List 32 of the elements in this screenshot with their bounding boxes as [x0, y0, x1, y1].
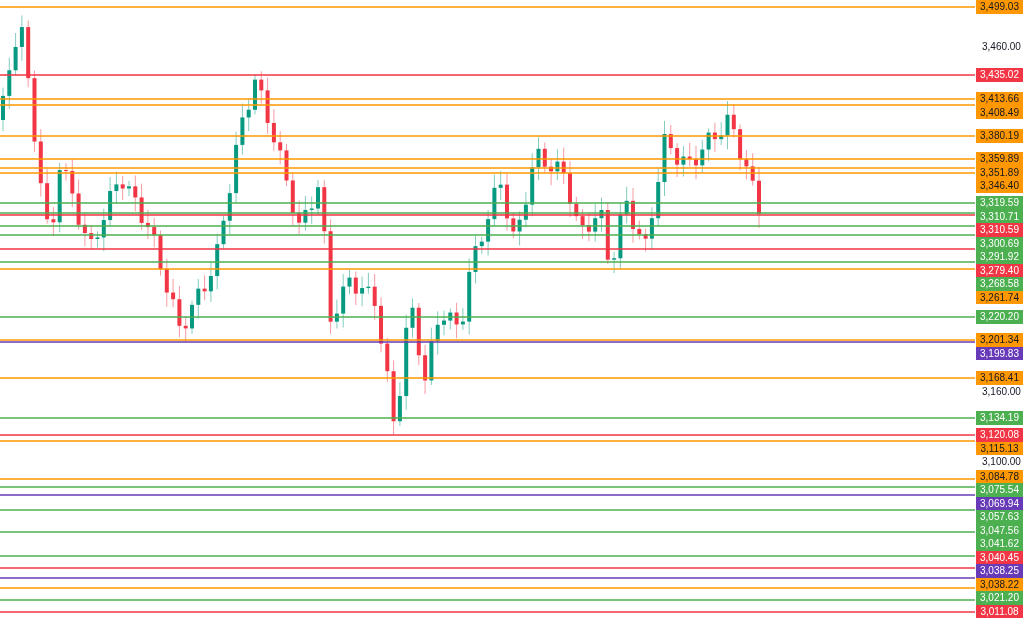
candlestick: [757, 166, 761, 229]
axis-tick-label: 3,100.00: [982, 456, 1021, 468]
price-label: 3,380.19: [976, 129, 1023, 143]
candlestick: [505, 173, 509, 231]
price-label: 3,346.40: [976, 179, 1023, 193]
price-label: 3,041.62: [976, 537, 1023, 551]
price-label: 3,134.19: [976, 411, 1023, 425]
price-label: 3,435.02: [976, 68, 1023, 82]
price-label: 3,168.41: [976, 371, 1023, 385]
price-label: 3,057.63: [976, 510, 1023, 524]
candlestick: [442, 310, 446, 336]
price-label: 3,291.92: [976, 250, 1023, 264]
price-label: 3,268.58: [976, 277, 1023, 291]
price-label: 3,319.59: [976, 196, 1023, 210]
candlestick: [694, 145, 698, 180]
candlestick: [127, 180, 131, 197]
price-label: 3,413.66: [976, 92, 1023, 106]
price-label: 3,084.78: [976, 469, 1023, 483]
price-label: 3,359.89: [976, 152, 1023, 166]
axis-tick-label: 3,460.00: [982, 41, 1021, 53]
candlestick: [379, 296, 383, 353]
candlestick: [64, 162, 68, 182]
price-label: 3,310.59: [976, 223, 1023, 237]
axis-tick-label: 3,160.00: [982, 386, 1021, 398]
price-label: 3,120.08: [976, 428, 1023, 442]
price-label: 3,038.25: [976, 564, 1023, 578]
price-label: 3,021.20: [976, 591, 1023, 605]
candlestick: [190, 300, 194, 335]
price-label: 3,201.34: [976, 333, 1023, 347]
price-label: 3,075.54: [976, 483, 1023, 497]
price-label: 3,220.20: [976, 310, 1023, 324]
price-label: 3,499.03: [976, 0, 1023, 14]
